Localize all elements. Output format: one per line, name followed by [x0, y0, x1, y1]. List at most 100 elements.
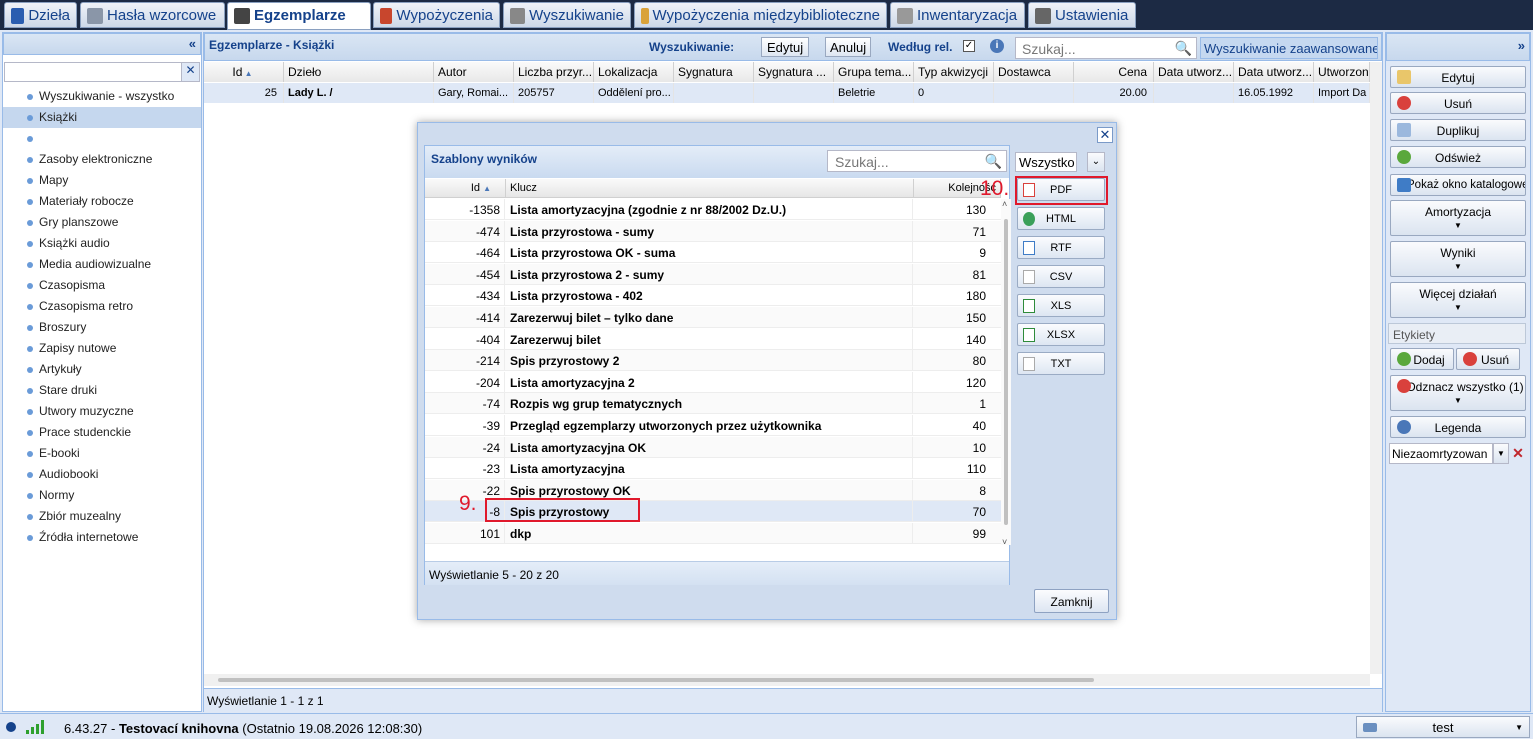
export-csv-button[interactable]: CSV — [1017, 265, 1105, 288]
column-header[interactable]: Cena — [1074, 62, 1154, 82]
sidebar-item[interactable]: Zasoby elektroniczne — [3, 149, 201, 170]
template-row[interactable]: -214 Spis przyrostowy 2 80 — [425, 350, 1001, 372]
add-label-button[interactable]: Dodaj — [1390, 348, 1454, 370]
template-row[interactable]: -1358 Lista amortyzacyjna (zgodnie z nr 8… — [425, 199, 1001, 220]
duplicate-button[interactable]: Duplikuj — [1390, 119, 1526, 141]
sidebar-item[interactable]: Wyszukiwanie - wszystko — [3, 86, 201, 107]
filter-dropdown-icon[interactable]: ▼ — [1493, 443, 1509, 464]
column-header[interactable]: Id ▲ — [204, 62, 284, 82]
edit-search-button[interactable]: Edytuj — [761, 37, 810, 57]
amortization-menu-button[interactable]: Amortyzacja ▼ — [1390, 200, 1526, 236]
close-icon[interactable]: ✕ — [1097, 127, 1113, 143]
template-row[interactable]: -464 Lista przyrostowa OK - suma 9 — [425, 242, 1001, 264]
horizontal-scrollbar[interactable] — [204, 674, 1370, 686]
column-header[interactable]: Utworzone ... — [1314, 62, 1370, 82]
column-header[interactable]: Grupa tema... — [834, 62, 914, 82]
sidebar-item[interactable]: E-booki — [3, 443, 201, 464]
tab-2[interactable]: Hasła wzorcowe — [80, 2, 225, 28]
template-row[interactable]: -404 Zarezerwuj bilet 140 — [425, 328, 1001, 350]
column-header[interactable]: Sygnatura ... — [754, 62, 834, 82]
column-header[interactable]: Dostawca — [994, 62, 1074, 82]
refresh-button[interactable]: Odśwież — [1390, 146, 1526, 168]
column-header[interactable]: Data utworz... — [1154, 62, 1234, 82]
export-html-button[interactable]: HTML — [1017, 207, 1105, 230]
search-input[interactable]: Szukaj... 🔍 — [1015, 37, 1197, 59]
table-row[interactable]: 25 Lady L. / Gary, Romai... 205757 Oddělení … — [204, 83, 1370, 103]
tab-3[interactable]: Egzemplarze — [227, 2, 371, 30]
sidebar-item[interactable]: Stare druki — [3, 380, 201, 401]
format-filter-select[interactable]: Wszystko — [1015, 152, 1077, 172]
template-row[interactable]: -434 Lista przyrostowa - 402 180 — [425, 285, 1001, 307]
sidebar-item[interactable]: Broszury — [3, 317, 201, 338]
sidebar-item[interactable]: Książki audio — [3, 233, 201, 254]
close-dialog-button[interactable]: Zamknij — [1034, 589, 1109, 613]
tab-4[interactable]: Wypożyczenia — [373, 2, 500, 28]
delete-button[interactable]: Usuń — [1390, 92, 1526, 114]
column-header[interactable]: Dzieło — [284, 62, 434, 82]
sidebar-item[interactable]: Prace studenckie — [3, 422, 201, 443]
template-search-input[interactable]: Szukaj... 🔍 — [827, 150, 1007, 172]
column-header[interactable]: Autor — [434, 62, 514, 82]
column-header[interactable]: Sygnatura — [674, 62, 754, 82]
collapse-left-icon[interactable]: « — [189, 36, 196, 51]
sidebar-item[interactable]: Materiały robocze — [3, 191, 201, 212]
col-id-header[interactable]: Id ▲ — [425, 179, 506, 198]
template-row[interactable]: -23 Lista amortyzacyjna 110 — [425, 458, 1001, 480]
dialog-vertical-scrollbar[interactable]: ˄ ˅ — [1001, 199, 1011, 547]
scroll-down-icon[interactable]: ˅ — [1002, 537, 1007, 547]
tab-5[interactable]: Wyszukiwanie — [503, 2, 631, 28]
column-header[interactable]: Liczba przyr... — [514, 62, 594, 82]
collapse-right-icon[interactable]: » — [1518, 38, 1525, 53]
tab-8[interactable]: Ustawienia — [1028, 2, 1136, 28]
col-key-header[interactable]: Klucz — [506, 179, 914, 198]
legend-button[interactable]: Legenda — [1390, 416, 1526, 438]
sidebar-item[interactable] — [3, 128, 201, 149]
template-row[interactable]: -74 Rozpis wg grup tematycznych 1 — [425, 393, 1001, 415]
vertical-scrollbar[interactable] — [1370, 62, 1382, 674]
template-row[interactable]: 101 dkp 99 — [425, 523, 1001, 544]
sidebar-item[interactable]: Utwory muzyczne — [3, 401, 201, 422]
chevron-down-icon[interactable]: ⌄ — [1087, 152, 1105, 172]
clear-filter-x-icon[interactable]: ✕ — [1510, 443, 1526, 464]
tab-7[interactable]: Inwentaryzacja — [890, 2, 1025, 28]
remove-label-button[interactable]: Usuń — [1456, 348, 1520, 370]
filter-select[interactable]: Niezaomrtyzowan — [1389, 443, 1493, 464]
column-header[interactable]: Data utworz... — [1234, 62, 1314, 82]
catalog-window-button[interactable]: Pokaż okno katalogowe — [1390, 174, 1526, 196]
relevance-checkbox[interactable]: ✓ — [963, 40, 975, 52]
template-row[interactable]: -24 Lista amortyzacyjna OK 10 — [425, 436, 1001, 458]
template-row[interactable]: -474 Lista przyrostowa - sumy 71 — [425, 220, 1001, 242]
export-xlsx-button[interactable]: XLSX — [1017, 323, 1105, 346]
sidebar-item[interactable]: Gry planszowe — [3, 212, 201, 233]
template-row[interactable]: -454 Lista przyrostowa 2 - sumy 81 — [425, 263, 1001, 285]
tab-6[interactable]: Wypożyczenia międzybiblioteczne — [634, 2, 887, 28]
template-row[interactable]: -414 Zarezerwuj bilet – tylko dane 150 — [425, 307, 1001, 328]
edit-button[interactable]: Edytuj — [1390, 66, 1526, 88]
column-header[interactable]: Typ akwizycji — [914, 62, 994, 82]
more-actions-menu-button[interactable]: Więcej działań ▼ — [1390, 282, 1526, 318]
scrollbar-thumb[interactable] — [218, 678, 1094, 682]
sidebar-item[interactable]: Normy — [3, 485, 201, 506]
sidebar-item[interactable]: Zbiór muzealny — [3, 506, 201, 527]
unmark-all-button[interactable]: Odznacz wszystko (1) ▼ — [1390, 375, 1526, 411]
clear-filter-icon[interactable]: ✕ — [181, 63, 199, 81]
sidebar-item[interactable]: Książki — [3, 107, 201, 128]
template-row[interactable]: -39 Przegląd egzemplarzy utworzonych prze… — [425, 415, 1001, 436]
cancel-search-button[interactable]: Anuluj — [825, 37, 872, 57]
sidebar-item[interactable]: Media audiowizualne — [3, 254, 201, 275]
sidebar-item[interactable]: Źródła internetowe — [3, 527, 201, 548]
scrollbar-thumb[interactable] — [1004, 219, 1008, 525]
sidebar-item[interactable]: Czasopisma retro — [3, 296, 201, 317]
sidebar-item[interactable]: Mapy — [3, 170, 201, 191]
export-txt-button[interactable]: TXT — [1017, 352, 1105, 375]
tab-1[interactable]: Dzieła — [4, 2, 77, 28]
template-row[interactable]: -204 Lista amortyzacyjna 2 120 — [425, 371, 1001, 393]
sidebar-filter-input[interactable]: ✕ — [4, 62, 200, 82]
export-rtf-button[interactable]: RTF — [1017, 236, 1105, 259]
info-icon[interactable] — [6, 722, 16, 732]
info-icon[interactable]: i — [990, 39, 1004, 53]
export-xls-button[interactable]: XLS — [1017, 294, 1105, 317]
advanced-search-button[interactable]: Wyszukiwanie zaawansowane — [1200, 37, 1378, 59]
results-menu-button[interactable]: Wyniki ▼ — [1390, 241, 1526, 277]
sidebar-item[interactable]: Artykuły — [3, 359, 201, 380]
